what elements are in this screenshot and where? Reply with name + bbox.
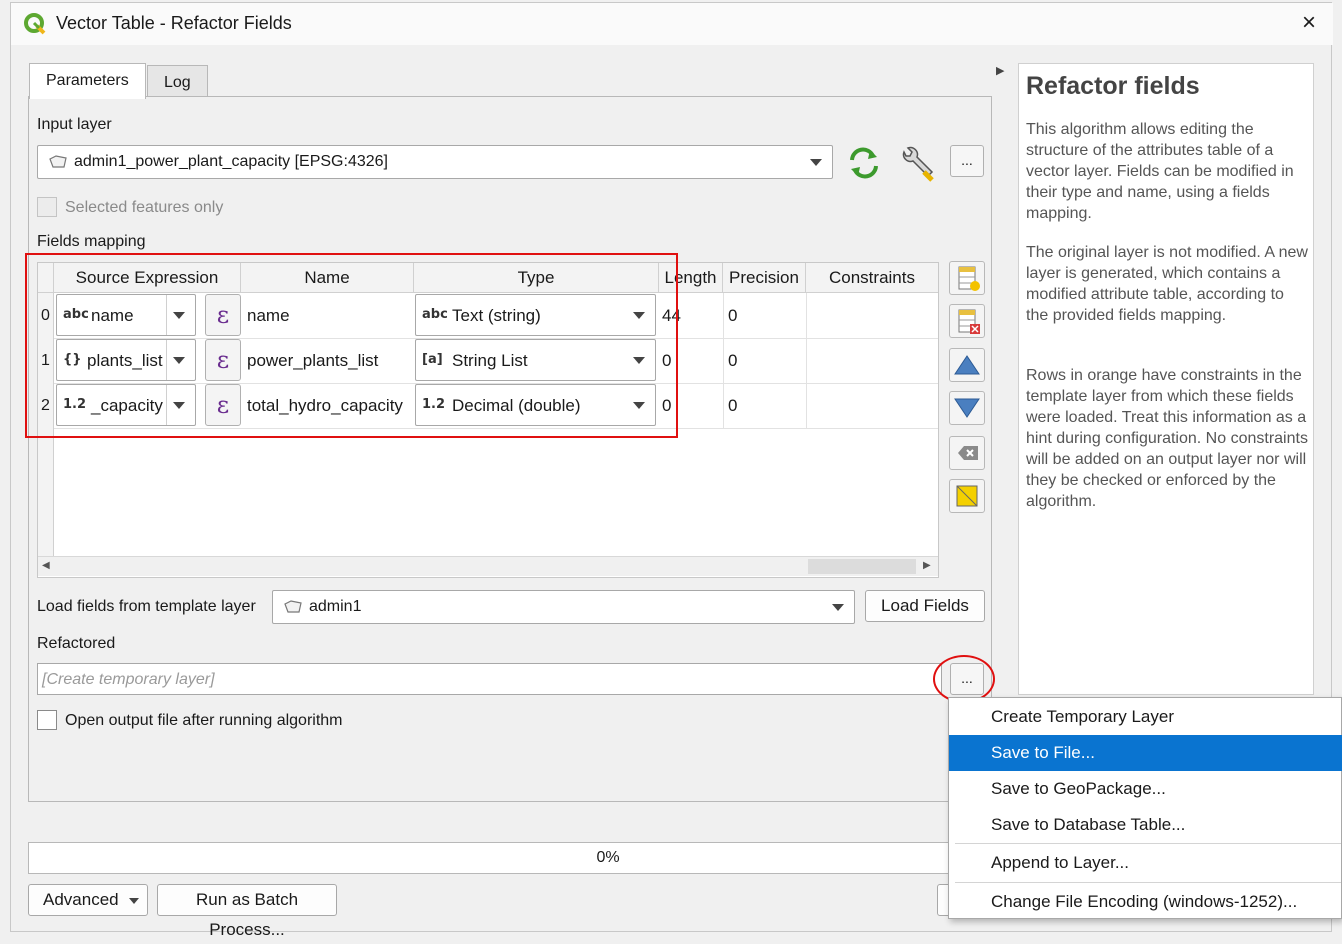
chevron-down-icon <box>832 604 844 611</box>
batch-process-button[interactable]: Run as Batch Process... <box>157 884 337 939</box>
fields-mapping-label: Fields mapping <box>37 233 146 250</box>
scrollbar-thumb[interactable] <box>808 559 916 574</box>
qgis-logo-icon <box>24 13 46 35</box>
chevron-down-icon <box>810 159 822 166</box>
input-layer-options-button[interactable]: ... <box>950 145 984 177</box>
delete-field-icon <box>958 309 980 334</box>
column-divider <box>806 293 807 428</box>
help-title: Refactor fields <box>1026 72 1200 100</box>
precision-cell[interactable]: 0 <box>728 351 737 371</box>
polygon-layer-icon <box>49 155 67 168</box>
column-divider <box>723 293 724 428</box>
input-layer-label: Input layer <box>37 116 112 133</box>
input-layer-value: admin1_power_plant_capacity [EPSG:4326] <box>74 153 388 170</box>
iterate-icon[interactable] <box>846 146 882 180</box>
window-title: Vector Table - Refactor Fields <box>56 13 292 33</box>
title-bar: Vector Table - Refactor Fields × <box>11 3 1333 45</box>
menu-item-save-to-file[interactable]: Save to File... <box>949 735 1342 771</box>
reset-icon <box>956 485 978 507</box>
advanced-button[interactable]: Advanced <box>28 884 148 916</box>
delete-field-button[interactable] <box>949 304 985 338</box>
add-field-icon <box>958 266 980 291</box>
help-paragraph: The original layer is not modified. A ne… <box>1026 244 1308 324</box>
menu-separator <box>955 882 1341 883</box>
menu-item-change-file-encoding[interactable]: Change File Encoding (windows-1252)... <box>949 884 1342 920</box>
clear-icon <box>958 446 978 460</box>
tab-parameters[interactable]: Parameters <box>29 63 146 99</box>
scroll-left-icon[interactable]: ◀ <box>42 560 50 571</box>
scroll-right-icon[interactable]: ▶ <box>923 560 931 571</box>
menu-item-save-to-geopackage[interactable]: Save to GeoPackage... <box>949 771 1342 807</box>
horizontal-scrollbar[interactable]: ◀ ▶ <box>38 556 938 576</box>
move-down-button[interactable] <box>949 391 985 425</box>
column-header[interactable]: Constraints <box>806 263 938 293</box>
selected-features-label: Selected features only <box>65 199 224 216</box>
load-fields-button[interactable]: Load Fields <box>865 590 985 622</box>
refactored-label: Refactored <box>37 635 116 652</box>
wrench-icon[interactable] <box>898 146 938 182</box>
output-destination-field[interactable]: [Create temporary layer] <box>37 663 942 695</box>
open-output-label: Open output file after running algorithm <box>65 712 343 729</box>
template-layer-combo[interactable]: admin1 <box>272 590 855 624</box>
polygon-layer-icon <box>284 600 302 613</box>
help-paragraph: This algorithm allows editing the struct… <box>1026 121 1294 222</box>
precision-cell[interactable]: 0 <box>728 306 737 326</box>
collapse-arrow-icon[interactable]: ▶ <box>996 64 1004 77</box>
chevron-down-icon <box>129 898 139 904</box>
clear-button[interactable] <box>949 436 985 470</box>
template-layer-label: Load fields from template layer <box>37 598 256 615</box>
arrow-down-icon <box>954 398 980 418</box>
move-up-button[interactable] <box>949 348 985 382</box>
tab-log[interactable]: Log <box>147 65 208 99</box>
template-layer-value: admin1 <box>309 598 362 615</box>
output-destination-placeholder: [Create temporary layer] <box>42 671 215 688</box>
menu-item-create-temporary-layer[interactable]: Create Temporary Layer <box>949 699 1342 735</box>
help-paragraph: Rows in orange have constraints in the t… <box>1026 367 1308 510</box>
output-options-menu: Create Temporary Layer Save to File... S… <box>948 697 1342 919</box>
input-layer-combo[interactable]: admin1_power_plant_capacity [EPSG:4326] <box>37 145 833 179</box>
arrow-up-icon <box>954 355 980 375</box>
reset-button[interactable] <box>949 479 985 513</box>
close-icon[interactable]: × <box>1293 7 1325 39</box>
selected-features-checkbox[interactable] <box>37 197 57 217</box>
open-output-checkbox[interactable] <box>37 710 57 730</box>
advanced-label: Advanced <box>43 890 119 909</box>
annotation-circle <box>933 655 995 703</box>
help-panel: Refactor fields This algorithm allows ed… <box>1018 63 1314 695</box>
add-field-button[interactable] <box>949 261 985 295</box>
precision-cell[interactable]: 0 <box>728 396 737 416</box>
column-header[interactable]: Precision <box>723 263 806 293</box>
row-header-filler <box>38 428 54 558</box>
menu-separator <box>955 843 1341 844</box>
menu-item-save-to-database-table[interactable]: Save to Database Table... <box>949 807 1342 843</box>
menu-item-append-to-layer[interactable]: Append to Layer... <box>949 845 1342 881</box>
annotation-rectangle <box>25 253 678 438</box>
